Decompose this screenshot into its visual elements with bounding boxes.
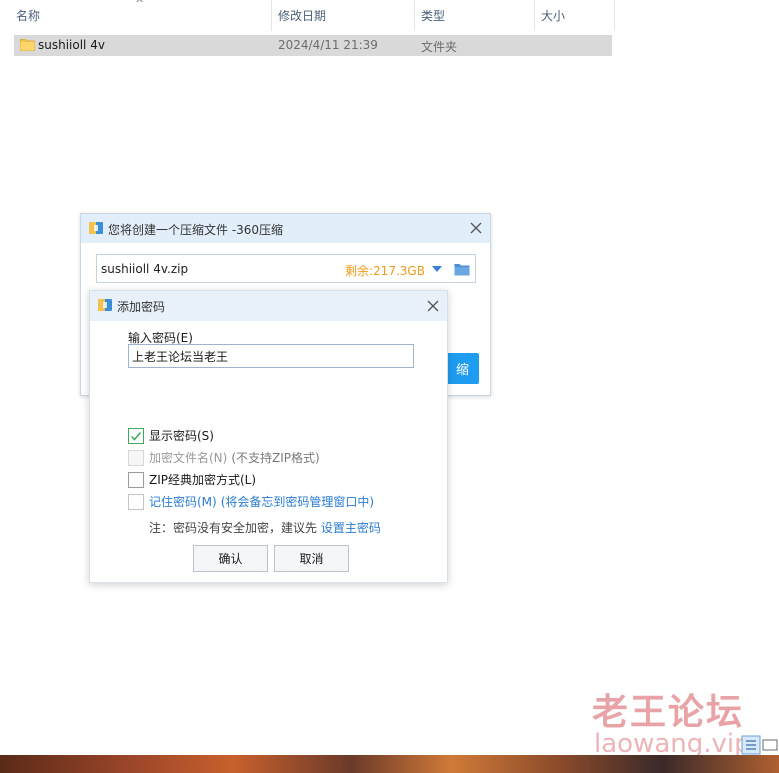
column-header-type-label: 类型 — [421, 9, 446, 23]
encrypt-filenames-option: 加密文件名(N) (不支持ZIP格式) — [128, 449, 320, 466]
file-modified-date: 2024/4/11 21:39 — [278, 38, 378, 52]
chevron-down-icon[interactable] — [431, 265, 443, 273]
start-compress-label: 缩 — [455, 363, 469, 378]
zip-classic-encryption-option[interactable]: ZIP经典加密方式(L) — [128, 471, 256, 488]
cancel-button[interactable]: 取消 — [274, 545, 349, 572]
archive-path-field[interactable]: sushiioll 4v.zip 剩余:217.3GB — [96, 254, 476, 283]
zip-classic-encryption-checkbox[interactable] — [128, 471, 144, 488]
add-password-dialog: 添加密码 输入密码(E) 显示密码(S) 加密文件名(N) (不支持ZIP格式)… — [89, 290, 448, 583]
dialog-title: 您将创建一个压缩文件 -360压缩 — [108, 223, 284, 237]
thumbnail-view-icon[interactable] — [762, 739, 778, 751]
column-header-size-label: 大小 — [541, 9, 566, 23]
remember-password-label: 记住密码(M) — [149, 495, 217, 509]
encrypt-filenames-note: (不支持ZIP格式) — [231, 451, 320, 465]
archive-path-text: sushiioll 4v.zip — [101, 262, 189, 276]
close-icon[interactable] — [468, 220, 484, 236]
column-header-type[interactable]: 类型 — [415, 0, 534, 31]
show-password-label: 显示密码(S) — [149, 429, 214, 443]
taskbar-wallpaper-strip — [0, 755, 779, 773]
free-space-label: 剩余:217.3GB — [345, 264, 425, 278]
remember-password-checkbox[interactable] — [128, 493, 144, 510]
dialog-title: 添加密码 — [117, 300, 166, 314]
remember-password-note: (将会备忘到密码管理窗口中) — [220, 495, 375, 509]
360zip-app-icon — [98, 299, 112, 311]
column-divider[interactable] — [614, 0, 615, 31]
security-note-text: 注：密码没有安全加密，建议先 — [149, 521, 321, 535]
security-note: 注：密码没有安全加密，建议先 设置主密码 — [149, 519, 381, 536]
close-icon[interactable] — [425, 298, 441, 314]
password-input[interactable] — [128, 344, 414, 368]
show-password-option[interactable]: 显示密码(S) — [128, 427, 214, 444]
browse-folder-icon[interactable] — [454, 262, 470, 276]
file-name: sushiioll 4v — [38, 38, 105, 52]
encrypt-filenames-checkbox — [128, 449, 144, 466]
column-header-size[interactable]: 大小 — [535, 0, 615, 31]
column-header-name[interactable]: 名称 — [10, 0, 270, 31]
view-mode-icons — [741, 735, 778, 755]
column-header-modified[interactable]: 修改日期 — [272, 0, 414, 31]
column-header-modified-label: 修改日期 — [278, 9, 327, 23]
file-type: 文件夹 — [421, 40, 458, 54]
column-header-name-label: 名称 — [16, 9, 41, 23]
file-row[interactable]: sushiioll 4v 2024/4/11 21:39 文件夹 — [14, 35, 612, 56]
encrypt-filenames-label: 加密文件名(N) — [149, 451, 228, 465]
cancel-button-label: 取消 — [299, 552, 324, 566]
confirm-button[interactable]: 确认 — [193, 545, 268, 572]
zip-classic-encryption-label: ZIP经典加密方式(L) — [149, 473, 257, 487]
folder-icon — [20, 39, 35, 51]
confirm-button-label: 确认 — [218, 552, 243, 566]
watermark-title: 老王论坛 — [592, 692, 745, 733]
show-password-checkbox[interactable] — [128, 427, 144, 444]
remember-password-option[interactable]: 记住密码(M) (将会备忘到密码管理窗口中) — [128, 493, 374, 510]
dialog-titlebar[interactable]: 您将创建一个压缩文件 -360压缩 — [81, 214, 490, 243]
set-master-password-link[interactable]: 设置主密码 — [321, 521, 381, 535]
dialog-titlebar[interactable]: 添加密码 — [90, 291, 447, 321]
checkmark-icon — [130, 431, 142, 441]
file-list-header: ^ 名称 修改日期 类型 大小 — [0, 0, 615, 31]
360zip-app-icon — [89, 222, 103, 234]
